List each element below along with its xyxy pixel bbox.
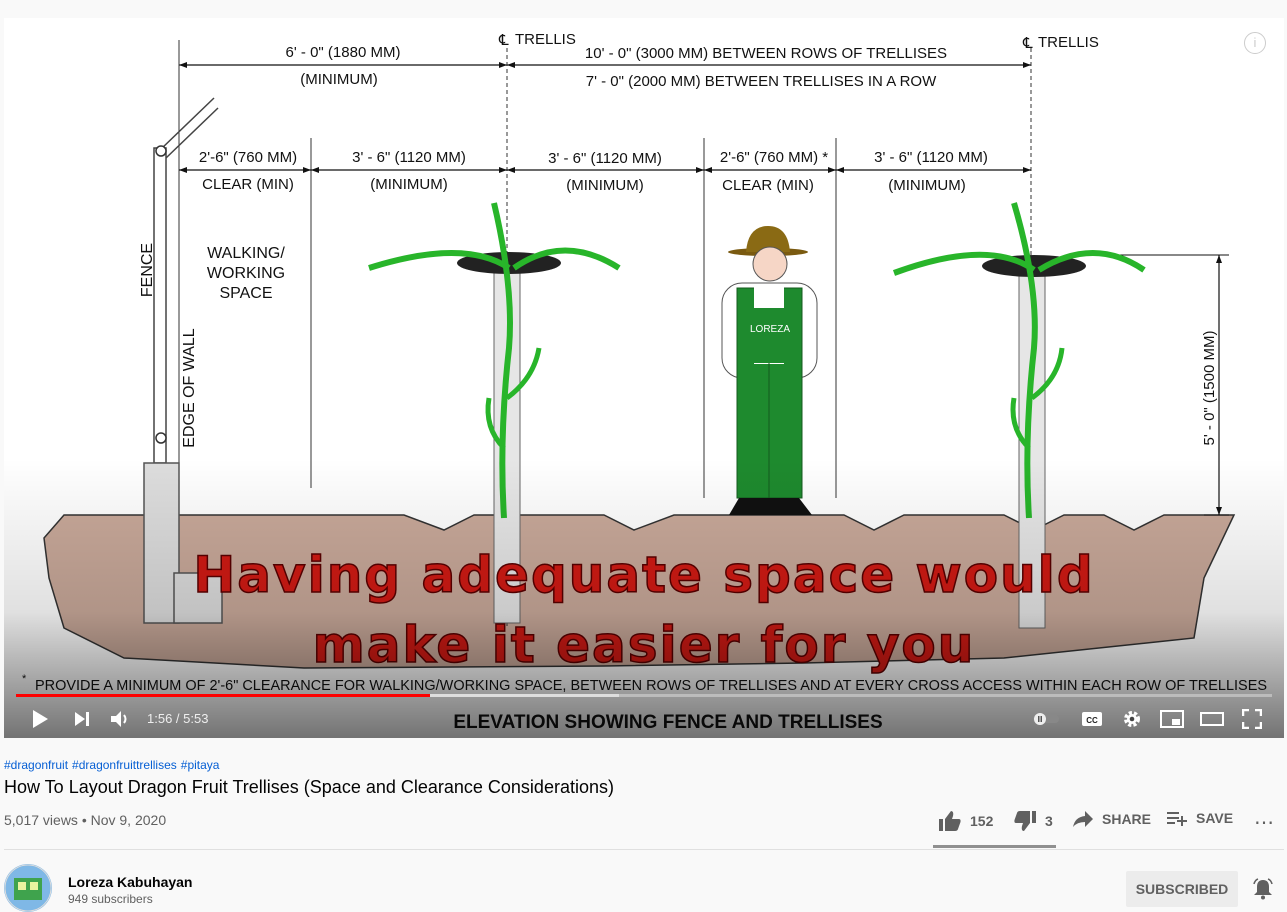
mid-dim-4-bottom: CLEAR (MIN): [722, 177, 814, 194]
gear-icon: [1124, 711, 1140, 727]
save-label: SAVE: [1196, 810, 1234, 826]
autoplay-toggle[interactable]: [1032, 706, 1060, 732]
miniplayer-button[interactable]: [1158, 706, 1186, 732]
walking-space-line-3: SPACE: [219, 285, 272, 302]
thumbs-up-icon: [938, 810, 962, 832]
like-button[interactable]: 152: [938, 810, 993, 832]
mid-dim-2-bottom: (MINIMUM): [370, 176, 447, 193]
cc-icon: CC: [1082, 712, 1102, 726]
captions-button[interactable]: CC: [1078, 706, 1106, 732]
share-label: SHARE: [1102, 811, 1152, 827]
person-figure: [721, 226, 818, 515]
hashtag-link[interactable]: #pitaya: [181, 758, 220, 772]
sentiment-bar-fill: [933, 845, 1054, 848]
subscriber-count: 949 subscribers: [68, 892, 153, 906]
centerline-symbol-2: ℄: [1022, 35, 1033, 52]
share-icon: [1072, 810, 1094, 828]
channel-avatar[interactable]: [4, 864, 52, 912]
video-frame: Having adequate space would make it easi…: [22, 31, 1267, 733]
walking-space-line-2: WORKING: [207, 265, 285, 282]
hashtags: #dragonfruit #dragonfruittrellises #pitaya: [4, 758, 223, 772]
hashtag-link[interactable]: #dragonfruittrellises: [72, 758, 177, 772]
notification-bell-button[interactable]: [1252, 878, 1274, 905]
next-button[interactable]: [68, 706, 96, 732]
time-display: 1:56 / 5:53: [147, 711, 209, 726]
channel-name[interactable]: Loreza Kabuhayan: [68, 874, 192, 890]
dislike-button[interactable]: 3: [1013, 810, 1053, 832]
miniplayer-icon: [1160, 710, 1184, 728]
height-dim-label: 5' - 0" (1500 MM): [1201, 331, 1218, 446]
like-count: 152: [970, 813, 994, 829]
footnote: PROVIDE A MINIMUM OF 2'-6" CLEARANCE FOR…: [35, 678, 1267, 694]
info-button[interactable]: i: [1244, 32, 1266, 54]
channel-logo: [4, 864, 52, 912]
play-icon: [33, 710, 48, 728]
play-button[interactable]: [26, 706, 54, 732]
fullscreen-icon: [1242, 709, 1262, 729]
share-button[interactable]: SHARE: [1072, 810, 1151, 828]
subscribe-button[interactable]: SUBSCRIBED: [1126, 871, 1238, 907]
walking-space-line-1: WALKING/: [207, 245, 285, 262]
view-count-date: 5,017 views • Nov 9, 2020: [4, 812, 167, 828]
fullscreen-button[interactable]: [1238, 706, 1266, 732]
mid-dim-5-bottom: (MINIMUM): [888, 177, 965, 194]
progress-played: [16, 694, 431, 697]
dim-between-rows: 10' - 0" (3000 MM) BETWEEN ROWS OF TRELL…: [585, 45, 947, 62]
save-button[interactable]: SAVE: [1166, 810, 1233, 826]
dim-fence-to-trellis: 6' - 0" (1880 MM): [286, 44, 401, 61]
theater-button[interactable]: [1198, 706, 1226, 732]
person-badge: LOREZA: [750, 324, 790, 335]
video-title: How To Layout Dragon Fruit Trellises (Sp…: [4, 777, 614, 797]
sentiment-bar: [933, 845, 1056, 848]
mid-dim-3-bottom: (MINIMUM): [566, 177, 643, 194]
dislike-count: 3: [1045, 813, 1053, 829]
theater-icon: [1200, 712, 1224, 726]
settings-button[interactable]: [1118, 706, 1146, 732]
video-player[interactable]: Having adequate space would make it easi…: [4, 18, 1284, 738]
dim-fence-to-trellis-min: (MINIMUM): [300, 71, 377, 88]
centerline-trellis-1: TRELLIS: [515, 31, 576, 48]
mid-dim-3-top: 3' - 6" (1120 MM): [548, 150, 662, 167]
hashtag-link[interactable]: #dragonfruit: [4, 758, 68, 772]
progress-bar[interactable]: [16, 694, 1272, 697]
mid-dim-1-bottom: CLEAR (MIN): [202, 176, 294, 193]
mid-dim-4-top: 2'-6" (760 MM) *: [720, 149, 828, 166]
autoplay-toggle-icon: [1033, 713, 1059, 725]
caption-line-1: Having adequate space would: [193, 546, 1094, 604]
volume-icon: [111, 711, 127, 727]
svg-text:CC: CC: [1086, 716, 1098, 725]
wall-label: EDGE OF WALL: [181, 328, 198, 448]
mid-dim-1-top: 2'-6" (760 MM): [199, 149, 297, 166]
mid-dim-2-top: 3' - 6" (1120 MM): [352, 149, 466, 166]
thumbs-down-icon: [1013, 810, 1037, 832]
dim-between-trellises: 7' - 0" (2000 MM) BETWEEN TRELLISES IN A…: [586, 73, 937, 90]
drawing-title: ELEVATION SHOWING FENCE AND TRELLISES: [453, 712, 882, 733]
mute-button[interactable]: [106, 706, 134, 732]
next-icon: [75, 712, 89, 726]
fence-label: FENCE: [139, 243, 156, 297]
centerline-symbol-1: ℄: [498, 32, 509, 49]
playlist-add-icon: [1166, 810, 1188, 826]
centerline-trellis-2: TRELLIS: [1038, 34, 1099, 51]
caption-line-2: make it easier for you: [313, 616, 976, 674]
mid-dim-5-top: 3' - 6" (1120 MM): [874, 149, 988, 166]
more-actions-button[interactable]: ⋯: [1254, 810, 1275, 835]
bell-icon: [1253, 878, 1273, 900]
divider: [4, 849, 1284, 850]
footnote-star: *: [22, 673, 27, 685]
